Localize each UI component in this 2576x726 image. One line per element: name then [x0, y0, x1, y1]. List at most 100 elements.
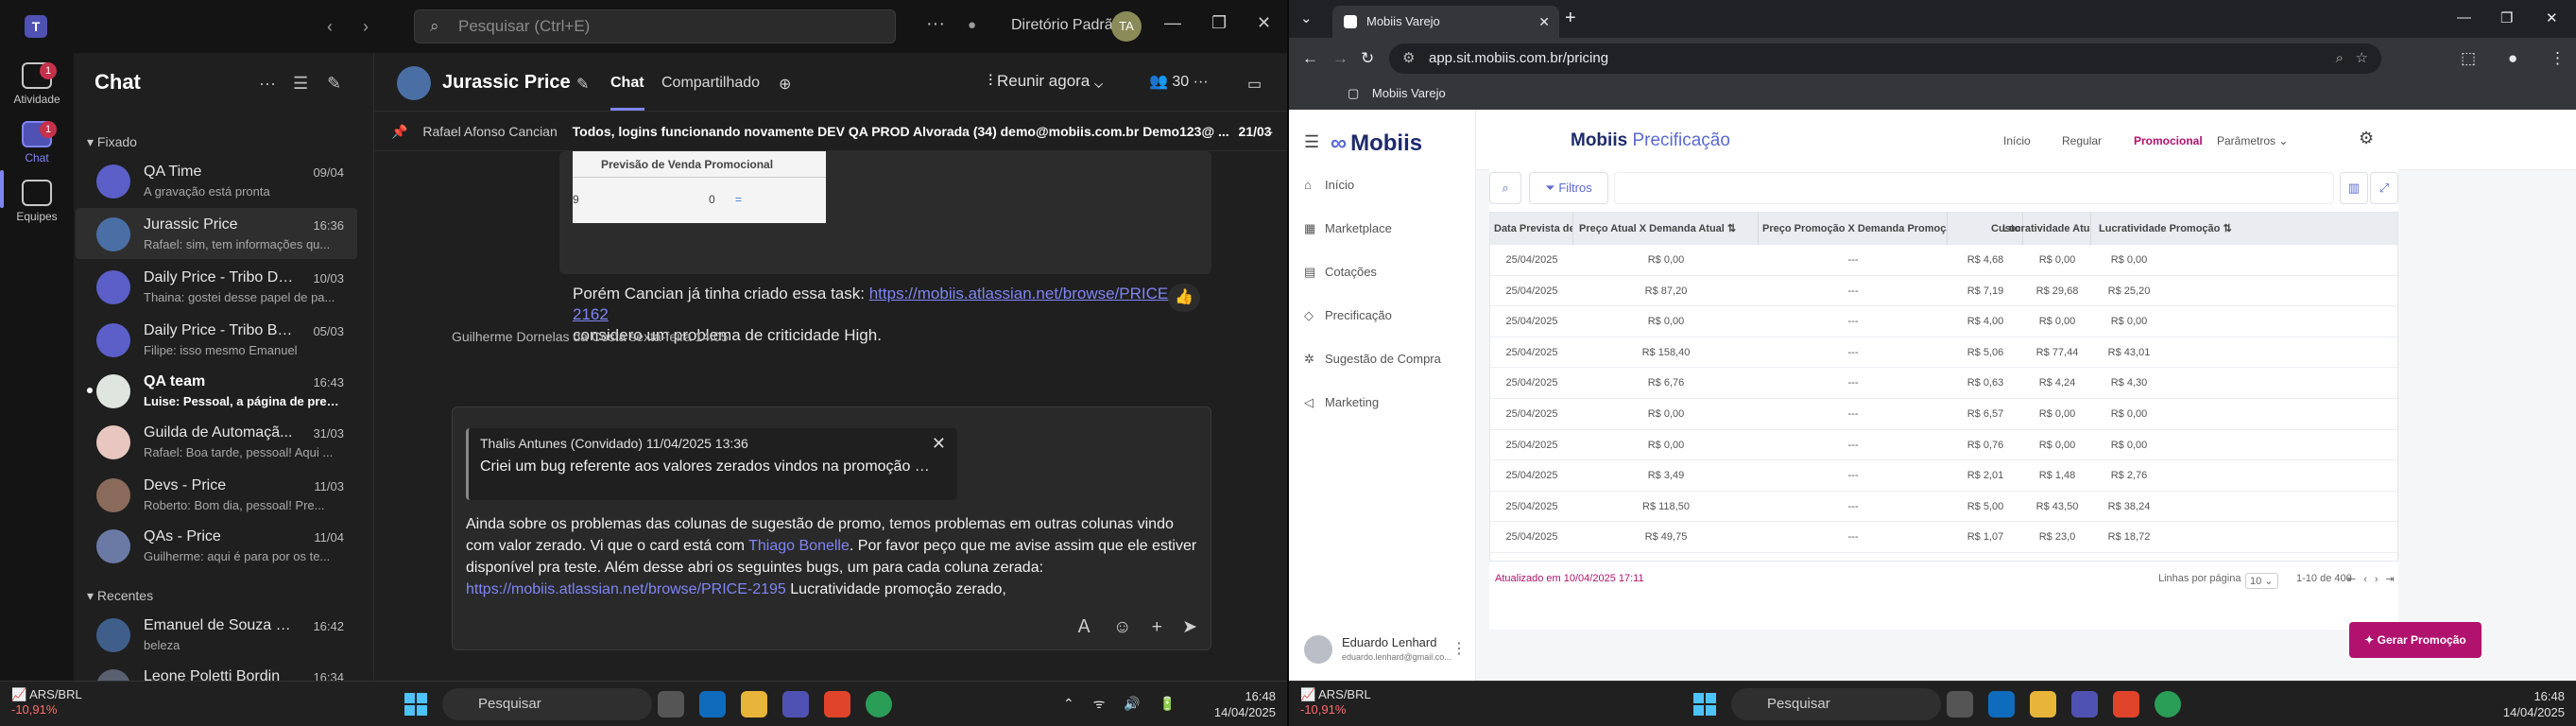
- close-icon[interactable]: ✕: [1257, 13, 1271, 33]
- forward-icon[interactable]: →: [1332, 49, 1348, 68]
- chat-item[interactable]: Leone Poletti Bordin 16:34: [76, 660, 357, 681]
- table-row[interactable]: 25/04/2025 R$ 0,00 --- R$ 0,76 R$ 0,00 R$ 0,0…: [1490, 430, 2397, 461]
- send-icon[interactable]: ➤: [1182, 617, 1197, 637]
- table-row[interactable]: 25/04/2025 R$ 49,75 --- R$ 1,07 R$ 23,0 R$ 18…: [1490, 522, 2397, 553]
- back-icon[interactable]: ‹: [327, 17, 333, 37]
- table-row[interactable]: 25/04/2025 R$ 158,40 --- R$ 5,06 R$ 77,44 R$ …: [1490, 337, 2397, 369]
- back-icon[interactable]: ←: [1302, 49, 1318, 68]
- zoom-icon[interactable]: ⌕: [2336, 43, 2344, 74]
- table-row[interactable]: 25/04/2025 R$ 0,00 --- R$ 4,68 R$ 0,00 R$ 0,0…: [1490, 245, 2397, 276]
- chat-item[interactable]: Daily Price - Tribo Da... Thaina: gostei …: [76, 261, 357, 312]
- table-row[interactable]: 25/04/2025 R$ 3,49 --- R$ 2,01 R$ 1,48 R$ 2,7…: [1490, 460, 2397, 492]
- chat-item[interactable]: QAs - Price Guilherme: aqui é para por os…: [76, 520, 357, 571]
- participants-button[interactable]: 👥 30 ···: [1149, 72, 1209, 91]
- section-pinned[interactable]: ▾ Fixado: [87, 134, 137, 150]
- sort-icon[interactable]: ⇅: [2223, 223, 2231, 234]
- start-button[interactable]: [1693, 693, 1716, 716]
- nav-regular[interactable]: Regular: [2062, 134, 2102, 147]
- filter-chips-area[interactable]: [1614, 172, 2334, 204]
- format-icon[interactable]: Ａ: [1075, 617, 1093, 637]
- taskbar-search[interactable]: Pesquisar: [1731, 688, 1941, 720]
- chat-item[interactable]: Daily Price - Tribo Ba... Filipe: isso me…: [76, 314, 357, 365]
- meet-now-button[interactable]: ⫶ Reunir agora ⌄: [988, 72, 1103, 91]
- clock[interactable]: 16:48 14/04/2025: [1214, 688, 1276, 720]
- rail-chat[interactable]: Chat 1: [0, 121, 74, 164]
- forward-icon[interactable]: ›: [363, 17, 369, 37]
- chrome-icon[interactable]: [2155, 691, 2181, 717]
- teams-taskbar-icon[interactable]: [782, 691, 809, 717]
- browser-menu-icon[interactable]: ⋮: [2550, 49, 2566, 68]
- pinned-more-icon[interactable]: ···: [1261, 112, 1274, 150]
- nav-promocional[interactable]: Promocional: [2134, 134, 2203, 147]
- attach-icon[interactable]: +: [1152, 617, 1162, 637]
- teams-taskbar-icon[interactable]: [2071, 691, 2098, 717]
- table-row[interactable]: 25/04/2025 R$ 0,00 --- R$ 4,00 R$ 0,00 R$ 0,0…: [1490, 306, 2397, 337]
- reaction-like[interactable]: 👍: [1168, 284, 1200, 312]
- outlook-icon[interactable]: [1988, 691, 2015, 717]
- browser-tab[interactable]: Mobiis Varejo ✕: [1332, 6, 1559, 38]
- maximize-icon[interactable]: ❐: [1211, 13, 1227, 33]
- tab-chat[interactable]: Chat: [610, 75, 644, 92]
- ticker-widget[interactable]: 📈 ARS/BRL -10,91%: [11, 687, 82, 717]
- pinned-message-bar[interactable]: 📌 Rafael Afonso Cancian Todos, logins fu…: [374, 112, 1287, 151]
- filter-icon[interactable]: ☰: [293, 74, 308, 94]
- col-header[interactable]: Data Prevista de Entrega: [1490, 213, 1573, 245]
- col-header[interactable]: Lucratividade Atual ⇅: [1985, 213, 2091, 245]
- nav-inicio[interactable]: Início: [2003, 134, 2031, 147]
- section-recent[interactable]: ▾ Recentes: [87, 588, 153, 604]
- user-menu-icon[interactable]: ⋮: [1451, 639, 1467, 658]
- chat-item[interactable]: Guilda de Automaçã... Rafael: Boa tarde, …: [76, 416, 357, 467]
- extensions-icon[interactable]: ⬚: [2461, 49, 2476, 68]
- sidebar-item-inicio[interactable]: ⌂ Início: [1304, 178, 1354, 192]
- bookmark-item[interactable]: Mobiis Varejo: [1372, 86, 1446, 100]
- task-view-icon[interactable]: [1947, 691, 1973, 717]
- user-profile[interactable]: Eduardo Lenhard eduardo.lenhard@gmail.co…: [1304, 631, 1467, 666]
- table-row[interactable]: 25/04/2025 R$ 118,50 --- R$ 5,00 R$ 43,50 R$ …: [1490, 492, 2397, 523]
- sidebar-item-marketplace[interactable]: ▦ Marketplace: [1304, 221, 1392, 236]
- taskbar-search[interactable]: Pesquisar: [442, 688, 652, 720]
- sidebar-item-sugestao[interactable]: ✲ Sugestão de Compra: [1304, 352, 1441, 367]
- sidebar-item-precificacao[interactable]: ◇ Precificação: [1304, 308, 1392, 323]
- chat-item-selected[interactable]: Jurassic Price Rafael: sim, tem informaçõ…: [76, 208, 357, 259]
- brave-icon[interactable]: [824, 691, 850, 717]
- rail-teams[interactable]: Equipes: [0, 180, 74, 223]
- compose-link[interactable]: https://mobiis.atlassian.net/browse/PRIC…: [466, 581, 786, 597]
- add-tab-icon[interactable]: ⊕: [779, 75, 791, 94]
- clock[interactable]: 16:48 14/04/2025: [2503, 688, 2565, 720]
- address-bar[interactable]: ⚙ app.sit.mobiis.com.br/pricing ⌕ ☆: [1389, 43, 2381, 74]
- compose-box[interactable]: Thalis Antunes (Convidado) 11/04/2025 13…: [452, 406, 1211, 650]
- profile-icon[interactable]: ●: [2508, 49, 2517, 68]
- rail-activity[interactable]: Atividade 1: [0, 62, 74, 106]
- side-panel-icon[interactable]: ▭: [1247, 75, 1262, 94]
- new-chat-icon[interactable]: ✎: [327, 74, 341, 94]
- ticker-widget[interactable]: 📈 ARS/BRL -10,91%: [1300, 687, 1371, 717]
- close-tab-icon[interactable]: ✕: [1538, 6, 1550, 38]
- generate-promotion-button[interactable]: ✦ Gerar Promoção: [2349, 622, 2482, 658]
- col-header[interactable]: Preço Atual X Demanda Atual ⇅: [1573, 213, 1759, 245]
- minimize-icon[interactable]: —: [2457, 9, 2471, 26]
- close-quote-icon[interactable]: ✕: [932, 434, 946, 454]
- tenant-label[interactable]: Diretório Padrão: [1011, 17, 1122, 34]
- columns-icon[interactable]: ▥: [2340, 172, 2368, 204]
- sidebar-item-marketing[interactable]: ◁ Marketing: [1304, 395, 1379, 410]
- more-options-icon[interactable]: ···: [926, 13, 945, 35]
- expand-icon[interactable]: ⤢: [2370, 172, 2398, 204]
- tab-shared[interactable]: Compartilhado: [661, 75, 760, 92]
- more-icon[interactable]: ···: [259, 74, 276, 94]
- col-header[interactable]: Lucratividade Promoção ⇅: [2091, 213, 2397, 245]
- chat-item[interactable]: Emanuel de Souza Oli... beleza 16:42: [76, 609, 357, 660]
- rows-per-page-select[interactable]: 10 ⌄: [2245, 573, 2278, 589]
- system-tray-icons[interactable]: ⌃ ᯤ 🔊 🔋: [1063, 695, 1183, 713]
- compose-text[interactable]: Ainda sobre os problemas das colunas de …: [466, 513, 1203, 600]
- tab-menu-icon[interactable]: ⌄: [1300, 9, 1313, 26]
- sort-icon[interactable]: ⇅: [1727, 223, 1736, 234]
- nav-parametros[interactable]: Parâmetros ⌄: [2217, 134, 2288, 147]
- outlook-icon[interactable]: [699, 691, 726, 717]
- new-tab-icon[interactable]: +: [1565, 8, 1576, 29]
- rename-icon[interactable]: ✎: [576, 75, 589, 94]
- explorer-icon[interactable]: [2030, 691, 2056, 717]
- minimize-icon[interactable]: —: [1164, 13, 1181, 33]
- chat-item[interactable]: QA Time A gravação está pronta 09/04: [76, 155, 357, 206]
- table-row[interactable]: 25/04/2025 R$ 87,20 --- R$ 7,19 R$ 29,68 R$ 2…: [1490, 276, 2397, 307]
- filters-button[interactable]: ⏷ Filtros: [1529, 172, 1608, 204]
